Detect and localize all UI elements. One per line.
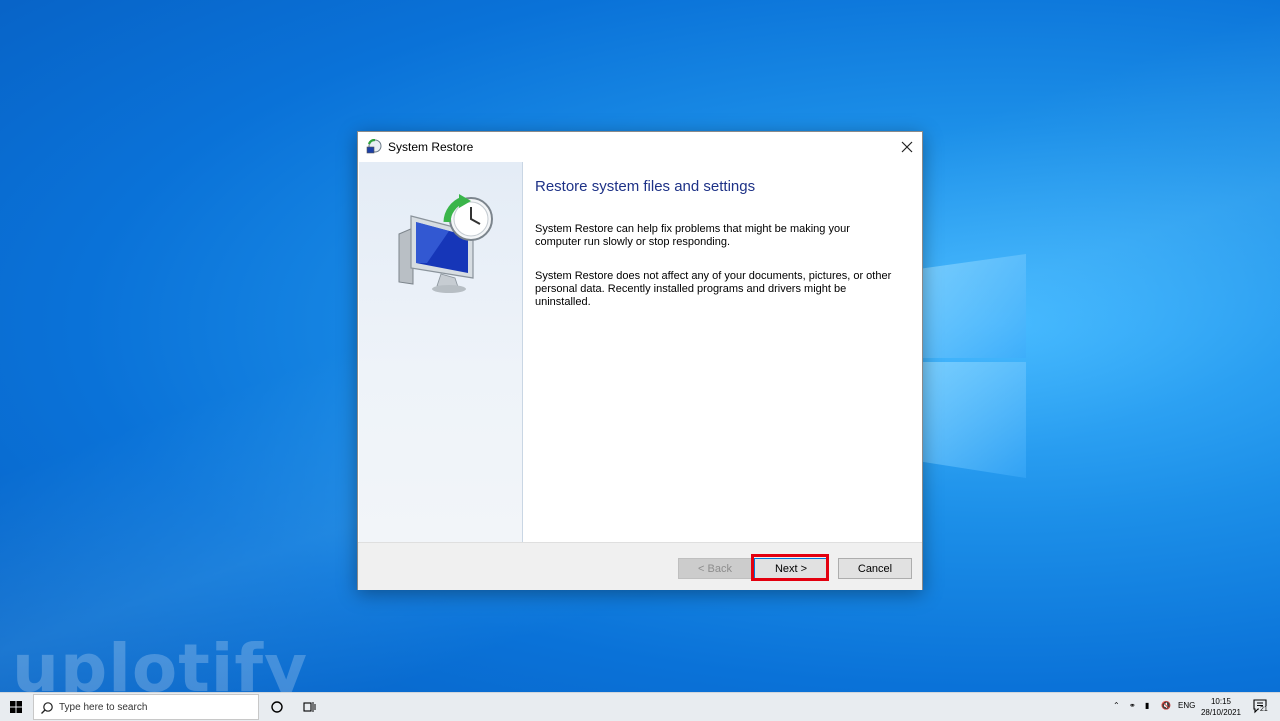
volume-muted-icon[interactable]: 🔇 — [1161, 701, 1171, 710]
wizard-footer: < Back Next > Cancel — [358, 542, 922, 590]
windows-wallpaper-logo — [922, 240, 1032, 480]
system-restore-dialog: System Restore Restore system files and … — [357, 131, 923, 590]
description-paragraph-1: System Restore can help fix problems tha… — [535, 223, 850, 248]
title-bar[interactable]: System Restore — [358, 132, 922, 162]
taskbar-search-box[interactable]: Type here to search — [33, 694, 259, 720]
start-button[interactable] — [0, 693, 32, 721]
description-paragraph-2: System Restore does not affect any of yo… — [535, 270, 892, 308]
next-button-highlight — [751, 554, 829, 581]
close-button[interactable] — [892, 132, 922, 162]
cortana-icon[interactable] — [269, 699, 285, 715]
page-heading: Restore system files and settings — [535, 178, 756, 195]
search-icon — [41, 702, 53, 714]
wizard-content: Restore system files and settings System… — [523, 162, 921, 542]
close-icon — [901, 141, 913, 153]
system-restore-icon — [366, 139, 382, 154]
battery-icon[interactable]: ▮ — [1145, 701, 1149, 710]
wifi-icon[interactable]: ⚭ — [1129, 701, 1136, 710]
window-title: System Restore — [388, 140, 474, 154]
wizard-sidebar — [359, 162, 523, 542]
system-restore-hero-icon — [398, 194, 493, 293]
clock-date: 28/10/2021 — [1200, 708, 1242, 717]
search-placeholder: Type here to search — [59, 702, 148, 713]
back-button[interactable]: < Back — [678, 558, 752, 579]
task-view-icon[interactable] — [301, 699, 317, 715]
chevron-up-icon[interactable]: ⌃ — [1113, 701, 1120, 710]
taskbar: Type here to search ⌃ ⚭ ▮ 🔇 ENG 10:15 28… — [0, 692, 1280, 721]
notification-center-button[interactable]: 21 — [1252, 698, 1269, 714]
clock-time: 10:15 — [1210, 697, 1232, 706]
cancel-button[interactable]: Cancel — [838, 558, 912, 579]
language-indicator[interactable]: ENG — [1178, 701, 1195, 710]
notification-count-badge: 21 — [1259, 706, 1269, 713]
windows-start-icon — [10, 701, 22, 713]
clock[interactable]: 10:15 28/10/2021 — [1198, 696, 1244, 718]
